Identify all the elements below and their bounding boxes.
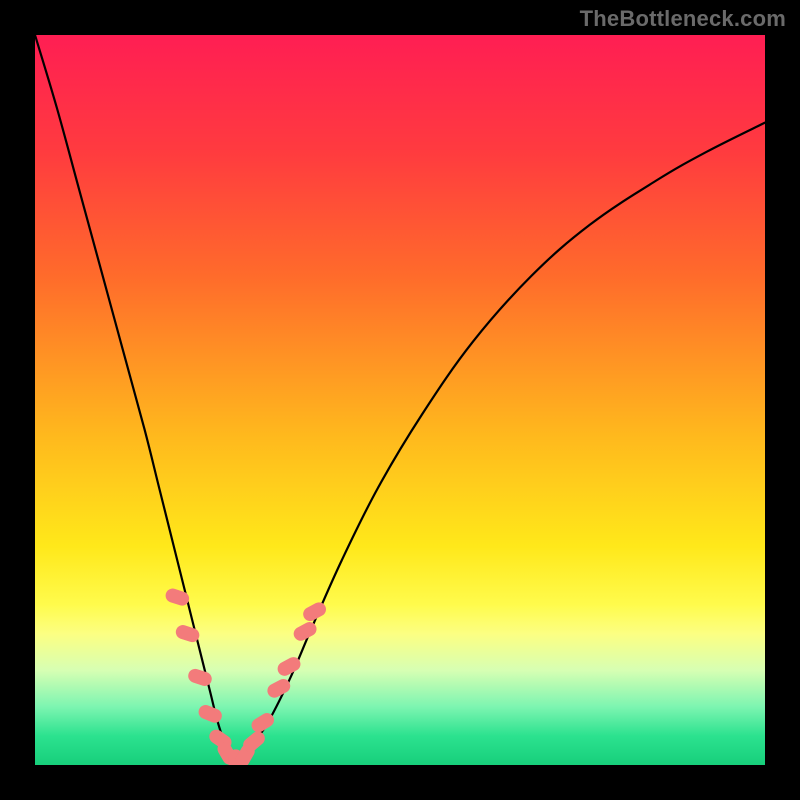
marker-group bbox=[164, 587, 329, 765]
chart-svg bbox=[35, 35, 765, 765]
bottleneck-curve bbox=[35, 35, 765, 765]
curve-marker bbox=[164, 587, 191, 608]
chart-frame: TheBottleneck.com bbox=[0, 0, 800, 800]
curve-marker bbox=[196, 703, 223, 725]
plot-area bbox=[35, 35, 765, 765]
watermark-text: TheBottleneck.com bbox=[580, 6, 786, 32]
